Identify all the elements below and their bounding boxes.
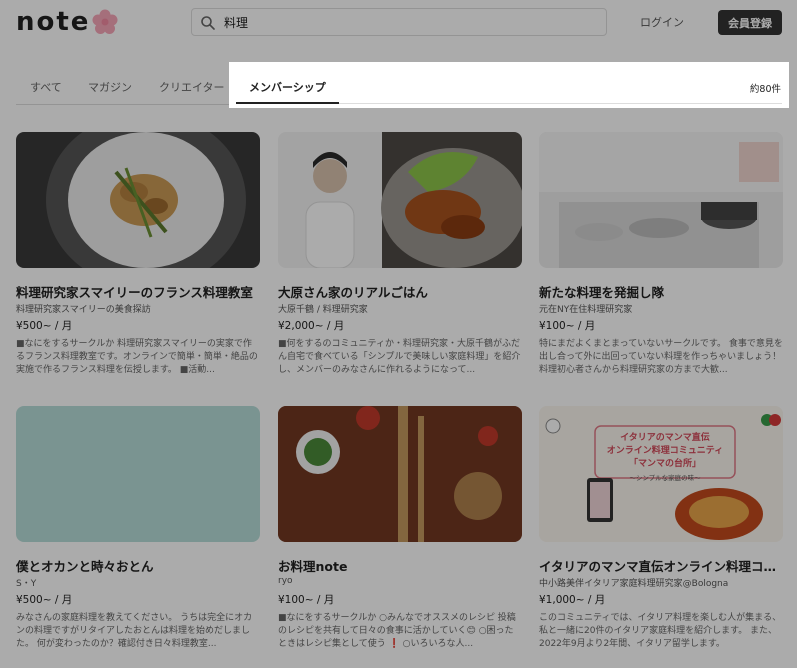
card-price: ¥2,000~ / 月 xyxy=(278,320,345,332)
card-price: ¥500~ / 月 xyxy=(16,594,73,606)
card-author[interactable]: 元在NY在住料理研究家 xyxy=(539,302,783,315)
card-description: ■何をするのコミュニティか・料理研究家・大原千鶴がふだん自宅で食べている「シンプ… xyxy=(278,339,521,375)
card-price: ¥100~ / 月 xyxy=(539,320,596,332)
flower-logo-icon xyxy=(92,9,118,34)
card-description: このコミュニティでは、イタリア料理を楽しむ人が集まる、私と一緒に20件のイタリア… xyxy=(539,613,782,649)
card-price: ¥500~ / 月 xyxy=(16,320,73,332)
card-author[interactable]: 中小路美伴イタリア家庭料理研究家@Bologna xyxy=(539,576,783,589)
kitchen-photo-image xyxy=(539,132,783,268)
card-thumbnail[interactable]: イタリアのマンマ直伝 オンライン料理コミュニティ 「マンマの台所」 〜シンプルな… xyxy=(539,406,783,542)
membership-card[interactable]: 大原さん家のリアルごはん 大原千鶴 / 料理研究家 ¥2,000~ / 月 ■何… xyxy=(278,132,522,382)
chef-and-dish-photo-image xyxy=(278,132,522,268)
active-tab-underline xyxy=(236,102,339,104)
card-author[interactable]: ryo xyxy=(278,576,522,586)
card-author[interactable]: 料理研究家スマイリーの美食探訪 xyxy=(16,302,260,315)
tabs-divider-highlight xyxy=(339,103,782,104)
ingredients-photo-image xyxy=(278,406,522,542)
search-box[interactable] xyxy=(191,8,607,36)
card-title[interactable]: 僕とオカンと時々おとん xyxy=(16,556,260,575)
card-price: ¥100~ / 月 xyxy=(278,594,335,606)
card-thumbnail[interactable] xyxy=(539,132,783,268)
card-title[interactable]: お料理note xyxy=(278,556,522,575)
dish-photo-image xyxy=(16,132,260,268)
logo-text: note xyxy=(16,7,91,37)
membership-card[interactable]: お料理note ryo ¥100~ / 月 ■なにをするサークルか ○みんなでオ… xyxy=(278,406,522,656)
login-link[interactable]: ログイン xyxy=(640,14,684,30)
card-description: ■なにをするサークルか 料理研究家スマイリーの実家で作るフランス料理教室です。オ… xyxy=(16,339,258,375)
card-title[interactable]: イタリアのマンマ直伝オンライン料理コミュニティ「マンマの台所」 xyxy=(539,556,783,575)
tab-magazine[interactable]: マガジン xyxy=(88,79,132,95)
tab-creator[interactable]: クリエイター xyxy=(159,79,225,95)
card-thumbnail[interactable] xyxy=(278,406,522,542)
result-count: 約80件 xyxy=(749,84,781,95)
note-logo[interactable]: note xyxy=(16,7,118,37)
card-thumbnail[interactable] xyxy=(16,406,260,542)
card-description: みなさんの家庭料理を教えてください。 うちは完全にオカンの料理ですがリタイアした… xyxy=(16,613,253,649)
card-price: ¥1,000~ / 月 xyxy=(539,594,606,606)
card-author[interactable]: S・Y xyxy=(16,576,260,589)
card-title[interactable]: 新たな料理を発掘し隊 xyxy=(539,282,783,301)
card-author[interactable]: 大原千鶴 / 料理研究家 xyxy=(278,302,522,315)
tab-all[interactable]: すべて xyxy=(30,79,62,95)
card-title[interactable]: 料理研究家スマイリーのフランス料理教室 xyxy=(16,282,260,301)
card-thumbnail[interactable] xyxy=(16,132,260,268)
highlighted-tab-region: メンバーシップ 約80件 xyxy=(229,62,789,108)
search-input[interactable] xyxy=(224,12,594,32)
banner-line-3: 「マンマの台所」 xyxy=(629,457,701,469)
banner-line-1: イタリアのマンマ直伝 xyxy=(620,431,710,443)
membership-card[interactable]: 料理研究家スマイリーのフランス料理教室 料理研究家スマイリーの美食探訪 ¥500… xyxy=(16,132,260,382)
tab-membership[interactable]: メンバーシップ xyxy=(249,79,326,95)
signup-button[interactable]: 会員登録 xyxy=(718,10,782,35)
membership-card[interactable]: 新たな料理を発掘し隊 元在NY在住料理研究家 ¥100~ / 月 特にまだよくま… xyxy=(539,132,783,382)
card-description: 特にまだよくまとまっていないサークルです。 食事で意見を出し合って外に出回ってい… xyxy=(539,339,783,375)
banner-line-2: オンライン料理コミュニティ xyxy=(607,444,723,456)
membership-card[interactable]: イタリアのマンマ直伝 オンライン料理コミュニティ 「マンマの台所」 〜シンプルな… xyxy=(539,406,783,656)
membership-card[interactable]: 僕とオカンと時々おとん S・Y ¥500~ / 月 みなさんの家庭料理を教えてく… xyxy=(16,406,260,656)
site-header: note ログイン 会員登録 xyxy=(0,0,797,46)
card-description: ■なにをするサークルか ○みんなでオススメのレシピ 投稿のレシピを共有して日々の… xyxy=(278,613,516,649)
card-thumbnail[interactable] xyxy=(278,132,522,268)
search-icon xyxy=(201,16,215,30)
banner-line-4: 〜シンプルな家庭の味〜 xyxy=(629,473,701,482)
mamma-kitchen-banner-image: イタリアのマンマ直伝 オンライン料理コミュニティ 「マンマの台所」 〜シンプルな… xyxy=(539,406,783,542)
card-title[interactable]: 大原さん家のリアルごはん xyxy=(278,282,522,301)
